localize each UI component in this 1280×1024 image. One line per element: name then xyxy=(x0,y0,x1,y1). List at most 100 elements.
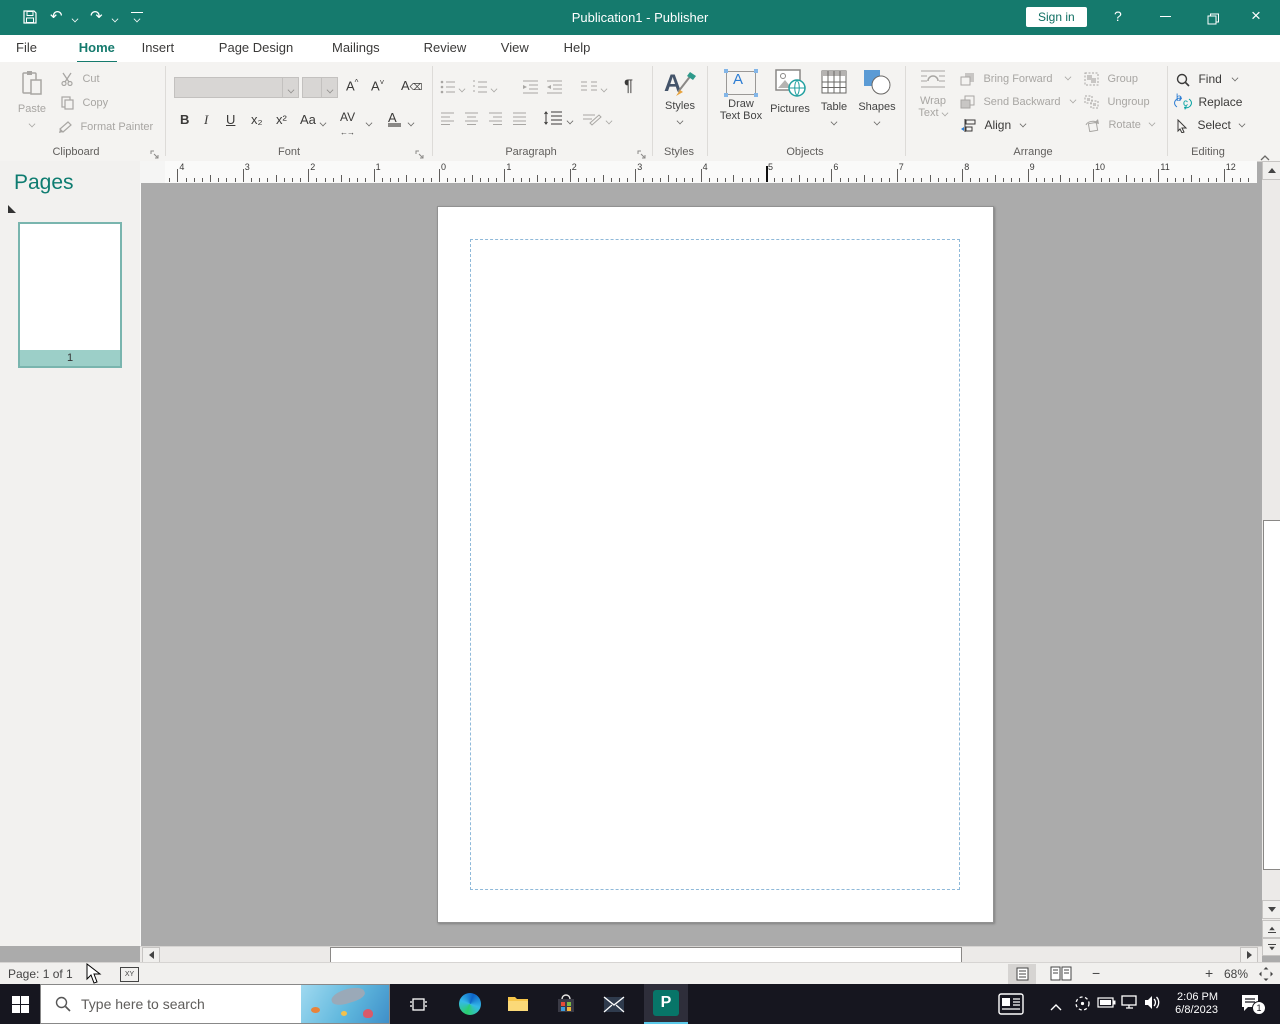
notification-center-icon[interactable]: 1 xyxy=(1240,993,1266,1018)
clipboard-dialog-launcher-icon[interactable] xyxy=(150,148,161,159)
align-right-icon[interactable] xyxy=(488,112,503,125)
select-button[interactable]: Select xyxy=(1176,118,1246,138)
scroll-down-button[interactable] xyxy=(1262,900,1280,919)
scroll-right-button[interactable] xyxy=(1240,947,1258,963)
increase-indent-icon[interactable] xyxy=(546,80,563,94)
restore-icon[interactable] xyxy=(1207,12,1219,30)
shading-icon[interactable] xyxy=(582,112,602,126)
font-color-dropdown-icon[interactable] xyxy=(407,119,415,127)
justify-icon[interactable] xyxy=(512,112,527,125)
group-button[interactable]: Group xyxy=(1084,72,1138,91)
pages-collapse-icon[interactable] xyxy=(8,205,16,213)
menu-item-help[interactable]: Help xyxy=(562,35,593,61)
menu-item-review[interactable]: Review xyxy=(422,35,469,61)
next-page-button[interactable] xyxy=(1262,938,1280,956)
search-highlight-image[interactable] xyxy=(301,985,389,1023)
table-dropdown-icon[interactable] xyxy=(830,118,838,126)
menu-item-insert[interactable]: Insert xyxy=(140,35,177,61)
single-page-view-button[interactable] xyxy=(1008,964,1036,984)
format-painter-button[interactable]: Format Painter xyxy=(58,120,153,139)
numbering-dropdown-icon[interactable] xyxy=(490,85,498,93)
align-button[interactable]: Align xyxy=(960,118,1026,138)
bold-button[interactable]: B xyxy=(180,112,189,127)
menu-item-file[interactable]: File xyxy=(14,35,39,61)
horizontal-scrollbar-thumb[interactable] xyxy=(330,947,962,963)
close-icon[interactable]: × xyxy=(1251,6,1261,26)
underline-button[interactable]: U xyxy=(226,112,235,127)
shading-dropdown-icon[interactable] xyxy=(605,117,613,125)
tray-sync-icon[interactable] xyxy=(1074,995,1091,1017)
numbering-icon[interactable] xyxy=(472,80,488,94)
change-case-button[interactable]: Aa xyxy=(300,112,316,127)
find-button[interactable]: Find xyxy=(1176,72,1239,92)
search-box[interactable]: Type here to search xyxy=(40,984,390,1024)
send-backward-button[interactable]: Send Backward xyxy=(960,95,1077,114)
ribbon-collapse-icon[interactable] xyxy=(1260,148,1270,161)
menu-item-mailings[interactable]: Mailings xyxy=(330,35,382,61)
shapes-dropdown-icon[interactable] xyxy=(873,118,881,126)
styles-button[interactable]: A Styles xyxy=(660,68,700,130)
file-explorer-icon[interactable] xyxy=(496,984,540,1024)
object-position-icon[interactable]: XY xyxy=(120,967,139,982)
zoom-in-button[interactable]: + xyxy=(1205,965,1213,981)
mail-icon[interactable] xyxy=(592,984,636,1024)
horizontal-ruler[interactable]: 4 3 2 1 0 1 2 3 4 5 6 7 8 9 10 11 12 xyxy=(165,161,1257,184)
paragraph-dialog-launcher-icon[interactable] xyxy=(637,148,648,159)
replace-button[interactable]: b c Replace xyxy=(1174,93,1242,115)
tray-expand-chevron-icon[interactable] xyxy=(1050,998,1062,1016)
columns-icon[interactable] xyxy=(580,80,598,94)
character-spacing-button[interactable]: AV ←→ xyxy=(340,110,355,138)
character-spacing-dropdown-icon[interactable] xyxy=(365,119,373,127)
ungroup-button[interactable]: Ungroup xyxy=(1084,95,1150,114)
edge-browser-icon[interactable] xyxy=(448,984,492,1024)
help-icon[interactable]: ? xyxy=(1114,8,1122,24)
draw-text-box-button[interactable]: A Draw Text Box xyxy=(715,68,767,122)
font-size-combo[interactable] xyxy=(302,77,338,98)
task-view-button[interactable] xyxy=(396,984,440,1024)
superscript-button[interactable]: x² xyxy=(276,112,287,127)
scroll-left-button[interactable] xyxy=(142,947,160,963)
wrap-text-dropdown-icon[interactable] xyxy=(941,109,949,117)
battery-icon[interactable] xyxy=(1097,996,1116,1014)
vertical-scrollbar-thumb[interactable] xyxy=(1263,520,1280,870)
columns-dropdown-icon[interactable] xyxy=(600,85,608,93)
italic-button[interactable]: I xyxy=(204,112,208,128)
table-button[interactable]: Table xyxy=(815,68,853,131)
minimize-icon[interactable] xyxy=(1160,16,1171,17)
align-dropdown-icon[interactable] xyxy=(1019,120,1026,128)
pictures-button[interactable]: Pictures xyxy=(767,68,813,115)
start-button[interactable] xyxy=(0,984,40,1024)
clear-formatting-button[interactable]: A⌫ xyxy=(401,78,422,93)
send-backward-dropdown-icon[interactable] xyxy=(1069,96,1077,104)
scroll-up-button[interactable] xyxy=(1262,161,1280,180)
zoom-out-button[interactable]: − xyxy=(1092,965,1100,981)
shapes-button[interactable]: Shapes xyxy=(855,68,899,131)
styles-dropdown-icon[interactable] xyxy=(676,117,684,125)
cut-button[interactable]: Cut xyxy=(60,72,100,91)
pilcrow-button[interactable]: ¶ xyxy=(624,76,633,96)
decrease-font-size-button[interactable]: A˅ xyxy=(371,78,384,93)
previous-page-button[interactable] xyxy=(1262,920,1280,938)
menu-item-page-design[interactable]: Page Design xyxy=(217,35,295,61)
line-spacing-icon[interactable] xyxy=(543,110,563,126)
paste-button[interactable]: Paste xyxy=(12,70,52,133)
bring-forward-button[interactable]: Bring Forward xyxy=(960,72,1072,91)
volume-icon[interactable] xyxy=(1144,995,1162,1015)
clock[interactable]: 2:06 PM 6/8/2023 xyxy=(1166,991,1218,1017)
bullets-dropdown-icon[interactable] xyxy=(458,85,466,93)
copy-button[interactable]: Copy xyxy=(60,96,108,115)
change-case-dropdown-icon[interactable] xyxy=(319,119,327,127)
find-dropdown-icon[interactable] xyxy=(1231,74,1239,82)
menu-item-home[interactable]: Home xyxy=(76,35,117,64)
zoom-percent[interactable]: 68% xyxy=(1224,967,1248,981)
font-name-combo[interactable] xyxy=(174,77,299,98)
menu-item-view[interactable]: View xyxy=(499,35,531,61)
sign-in-button[interactable]: Sign in xyxy=(1026,7,1087,27)
page-thumbnail[interactable]: 1 xyxy=(18,222,122,368)
font-dialog-launcher-icon[interactable] xyxy=(415,148,426,159)
publisher-taskbar-button[interactable]: P xyxy=(644,984,688,1024)
font-color-button[interactable]: A xyxy=(388,110,401,127)
bring-forward-dropdown-icon[interactable] xyxy=(1064,73,1072,81)
two-page-view-button[interactable] xyxy=(1050,966,1072,984)
paste-dropdown-icon[interactable] xyxy=(28,120,36,128)
